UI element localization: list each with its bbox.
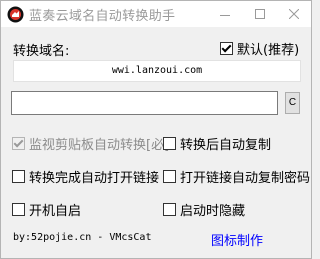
- open-link-checkbox[interactable]: 转换完成自动打开链接: [12, 167, 159, 186]
- c-button[interactable]: C: [285, 92, 300, 114]
- hide-on-start-box[interactable]: [163, 203, 176, 216]
- maximize-button[interactable]: [246, 1, 274, 27]
- window-title: 蓝奏云域名自动转换助手: [29, 9, 176, 24]
- default-checkbox-box[interactable]: [220, 42, 233, 55]
- app-window: 蓝奏云域名自动转换助手 转换域名: 默认(推荐) wwi.lanzoui.com…: [0, 0, 312, 259]
- copy-after-convert-checkbox[interactable]: 转换后自动复制: [163, 134, 271, 153]
- icon-credit-link[interactable]: 图标制作: [211, 230, 263, 249]
- hide-on-start-label: 启动时隐藏: [180, 204, 246, 219]
- credit-text: by:52pojie.cn - VMcsCat: [13, 232, 152, 243]
- monitor-clipboard-box[interactable]: [12, 137, 25, 150]
- copy-password-label: 打开链接自动复制密码: [180, 171, 311, 186]
- domain-value-field[interactable]: wwi.lanzoui.com: [13, 60, 301, 82]
- lanzou-cloud-icon: [7, 6, 24, 23]
- copy-password-checkbox[interactable]: 打开链接自动复制密码: [163, 167, 310, 186]
- open-link-label: 转换完成自动打开链接: [29, 171, 160, 186]
- hide-on-start-checkbox[interactable]: 启动时隐藏: [163, 200, 245, 219]
- domain-label: 转换域名:: [13, 44, 70, 59]
- copy-after-convert-box[interactable]: [163, 137, 176, 150]
- autostart-label: 开机自启: [29, 204, 82, 219]
- close-icon: [289, 9, 299, 19]
- url-input[interactable]: [11, 91, 278, 115]
- minimize-button[interactable]: [211, 1, 239, 27]
- default-checkbox[interactable]: 默认(推荐): [220, 39, 299, 58]
- monitor-clipboard-checkbox[interactable]: 监视剪贴板自动转换[必]: [12, 134, 169, 153]
- copy-password-box[interactable]: [163, 170, 176, 183]
- title-bar[interactable]: 蓝奏云域名自动转换助手: [1, 1, 311, 27]
- open-link-box[interactable]: [12, 170, 25, 183]
- autostart-box[interactable]: [12, 203, 25, 216]
- autostart-checkbox[interactable]: 开机自启: [12, 200, 81, 219]
- default-checkbox-label: 默认(推荐): [237, 43, 300, 58]
- close-button[interactable]: [280, 1, 308, 27]
- monitor-clipboard-label: 监视剪贴板自动转换[必]: [29, 138, 170, 153]
- copy-after-convert-label: 转换后自动复制: [180, 138, 272, 153]
